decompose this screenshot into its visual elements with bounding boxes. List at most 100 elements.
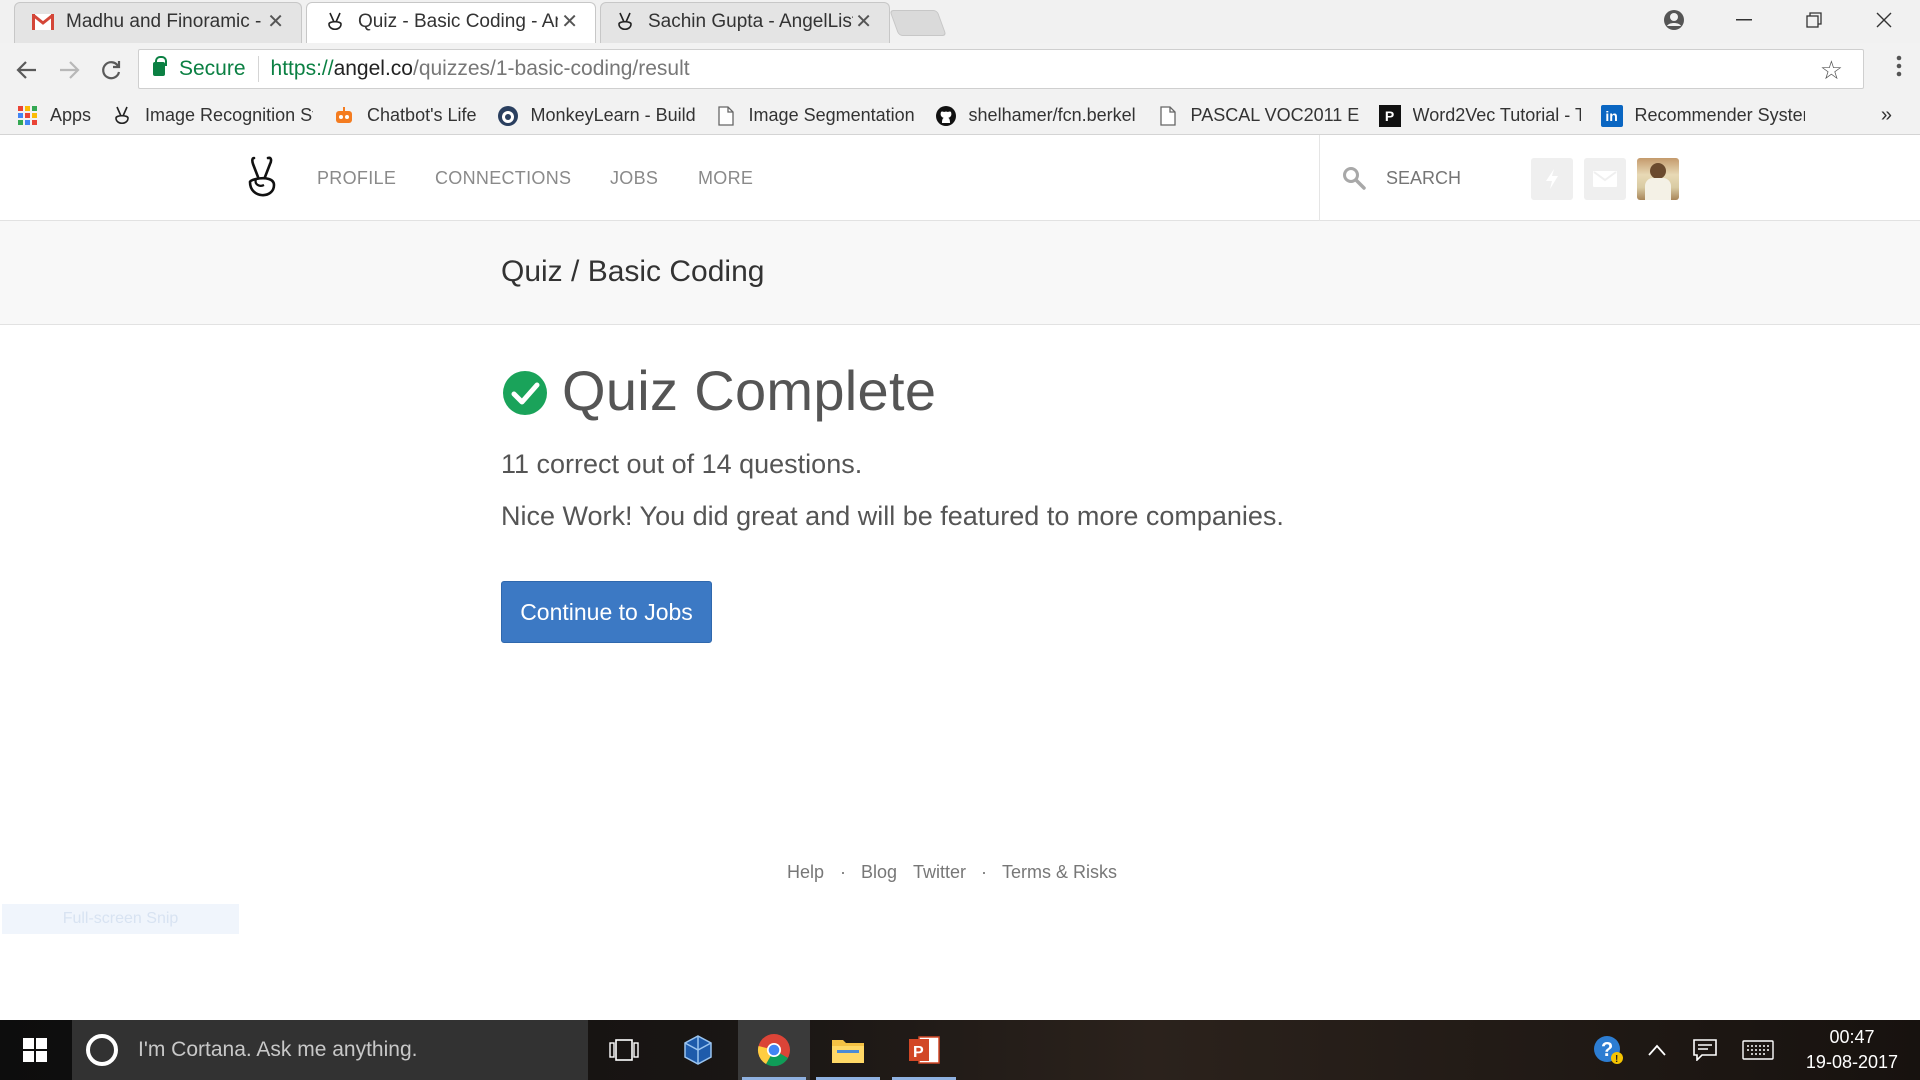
page-icon — [715, 105, 737, 127]
tab-title: Madhu and Finoramic - r — [66, 10, 266, 32]
bookmark-item[interactable]: shelhamer/fcn.berkel — [935, 105, 1137, 127]
task-view-icon[interactable] — [588, 1020, 660, 1080]
bookmark-item[interactable]: MonkeyLearn - Build — [497, 105, 695, 127]
bookmark-item[interactable]: P Word2Vec Tutorial - T — [1378, 104, 1581, 127]
system-clock[interactable]: 00:47 19-08-2017 — [1806, 1025, 1898, 1075]
angellist-icon — [111, 105, 133, 127]
breadcrumb: Quiz / Basic Coding — [501, 255, 765, 288]
virtualbox-icon[interactable] — [662, 1020, 734, 1080]
svg-text:P: P — [913, 1044, 924, 1061]
clock-time: 00:47 — [1829, 1027, 1875, 1047]
tab-title: Sachin Gupta - AngelList — [648, 10, 853, 32]
bookmark-apps[interactable]: Apps — [16, 105, 91, 127]
footer-link-twitter[interactable]: Twitter — [913, 862, 966, 883]
windows-start-icon[interactable] — [0, 1020, 70, 1080]
github-icon — [935, 105, 957, 127]
bookmark-item[interactable]: Image Segmentation — [715, 105, 915, 127]
linkedin-icon: in — [1600, 104, 1623, 127]
angellist-logo-icon[interactable] — [244, 155, 280, 201]
secure-label: Secure — [179, 57, 246, 80]
chatbot-icon — [333, 105, 355, 127]
close-window-icon[interactable] — [1856, 0, 1911, 40]
tab-title: Quiz - Basic Coding - Ang — [358, 10, 558, 32]
site-header: PROFILE CONNECTIONS JOBS MORE — [0, 135, 1920, 221]
bookmark-label: Apps — [50, 105, 92, 125]
close-tab-icon[interactable]: ✕ — [267, 9, 284, 34]
page-icon — [1157, 105, 1179, 127]
page-title: Quiz Complete — [562, 359, 937, 422]
nav-profile[interactable]: PROFILE — [317, 168, 396, 189]
tab-quiz[interactable]: Quiz - Basic Coding - Ang ✕ — [324, 0, 586, 43]
bookmark-label: Word2Vec Tutorial - T — [1412, 105, 1581, 125]
bookmark-item[interactable]: in Recommender Systen — [1600, 104, 1805, 127]
bookmark-label: Image Segmentation — [748, 105, 915, 125]
bookmark-label: shelhamer/fcn.berkel — [968, 105, 1136, 125]
more-bookmarks-button[interactable]: » — [1881, 104, 1892, 127]
close-tab-icon[interactable]: ✕ — [855, 9, 872, 34]
footer-link-blog[interactable]: Blog — [861, 862, 897, 883]
apps-grid-icon — [16, 105, 38, 127]
omnibox-divider — [257, 56, 259, 82]
activity-lightning-icon[interactable] — [1531, 158, 1573, 200]
restore-icon[interactable] — [1786, 0, 1841, 40]
messages-envelope-icon[interactable] — [1584, 158, 1626, 200]
check-circle-icon — [502, 370, 548, 416]
bookmark-label: PASCAL VOC2011 Exa — [1190, 105, 1359, 125]
back-arrow-icon[interactable] — [12, 55, 42, 85]
url-host: angel.co — [333, 57, 413, 80]
lock-icon — [153, 56, 167, 76]
continue-to-jobs-button[interactable]: Continue to Jobs — [501, 581, 712, 643]
footer-link-help[interactable]: Help — [787, 862, 824, 883]
footer-link-terms[interactable]: Terms & Risks — [1002, 862, 1117, 883]
bookmark-label: MonkeyLearn - Build — [530, 105, 695, 125]
nav-connections[interactable]: CONNECTIONS — [435, 168, 571, 189]
header-divider — [1319, 135, 1320, 221]
monkeylearn-icon — [497, 105, 519, 127]
help-icon[interactable]: ?! — [1588, 1020, 1628, 1080]
reload-icon[interactable] — [96, 55, 126, 85]
nav-more[interactable]: MORE — [698, 168, 753, 189]
p-icon: P — [1378, 104, 1401, 127]
powerpoint-icon[interactable]: P — [888, 1020, 960, 1080]
address-bar[interactable]: Secure https:// angel.co /quizzes/1-basi… — [138, 49, 1864, 89]
cortana-placeholder: I'm Cortana. Ask me anything. — [138, 1038, 418, 1061]
bookmark-label: Image Recognition St — [145, 105, 314, 125]
nav-jobs[interactable]: JOBS — [610, 168, 658, 189]
svg-text:!: ! — [1615, 1054, 1618, 1065]
bookmark-label: Recommender Systen — [1634, 105, 1805, 125]
bookmark-star-icon[interactable]: ☆ — [1820, 55, 1843, 86]
secure-indicator[interactable]: Secure — [139, 56, 246, 81]
avatar[interactable] — [1637, 158, 1679, 200]
bookmark-item[interactable]: PASCAL VOC2011 Exa — [1157, 105, 1359, 127]
chrome-taskbar-icon[interactable] — [738, 1020, 810, 1080]
file-explorer-icon[interactable] — [812, 1020, 884, 1080]
keyboard-icon[interactable] — [1738, 1020, 1778, 1080]
browser-toolbar: Secure https:// angel.co /quizzes/1-basi… — [0, 43, 1920, 97]
angellist-icon — [614, 11, 636, 33]
page-subheader: Quiz / Basic Coding — [0, 221, 1920, 325]
notifications-icon[interactable] — [1688, 1020, 1722, 1080]
angellist-icon — [324, 11, 346, 33]
search-icon[interactable] — [1342, 166, 1366, 190]
profile-icon[interactable] — [1646, 0, 1701, 40]
close-tab-icon[interactable]: ✕ — [561, 9, 578, 34]
bookmark-item[interactable]: Image Recognition St — [111, 105, 313, 127]
chevron-up-icon[interactable] — [1640, 1020, 1674, 1080]
bookmark-label: Chatbot's Life — [367, 105, 477, 125]
search-input[interactable] — [1386, 168, 1506, 189]
tab-sachin[interactable]: Sachin Gupta - AngelList ✕ — [614, 0, 880, 43]
minimize-icon[interactable] — [1716, 0, 1771, 40]
bookmark-item[interactable]: Chatbot's Life — [333, 105, 477, 127]
tab-gmail[interactable]: Madhu and Finoramic - r ✕ — [32, 0, 292, 43]
url-path: /quizzes/1-basic-coding/result — [412, 57, 690, 80]
chrome-menu-icon[interactable] — [1896, 55, 1902, 77]
browser-tab-strip: Madhu and Finoramic - r ✕ Quiz - Basic C… — [0, 0, 1920, 43]
full-screen-snip-overlay[interactable]: Full-screen Snip — [2, 904, 239, 934]
bookmarks-bar: Apps Image Recognition St Chatbot's Life… — [0, 97, 1920, 135]
url-protocol: https:// — [270, 57, 334, 80]
footer-separator: · — [981, 862, 987, 882]
new-tab-button[interactable] — [889, 10, 947, 36]
forward-arrow-icon[interactable] — [54, 55, 84, 85]
cortana-search-box[interactable]: I'm Cortana. Ask me anything. — [72, 1020, 588, 1080]
windows-taskbar: I'm Cortana. Ask me anything. P ?! 00:47… — [0, 1020, 1920, 1080]
